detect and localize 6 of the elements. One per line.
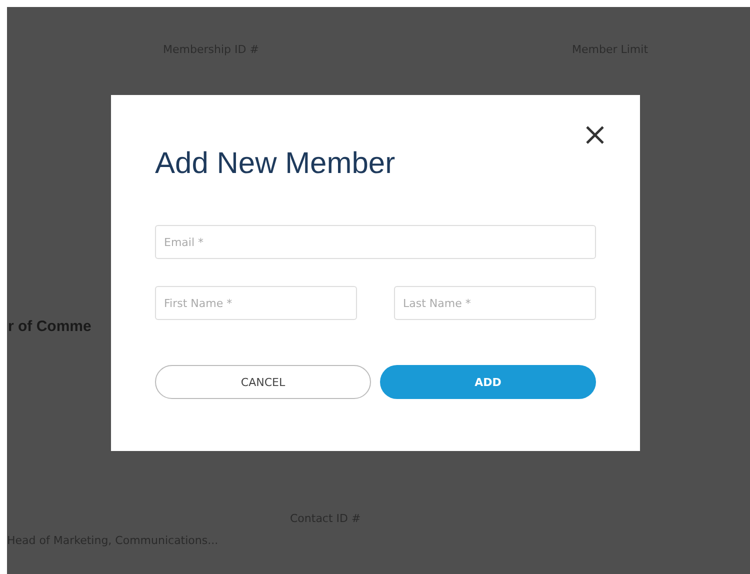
email-field[interactable]: Email * [155, 225, 596, 259]
dialog-title: Add New Member [155, 147, 396, 181]
name-field[interactable]: First Name * [155, 286, 357, 320]
close-icon[interactable] [585, 125, 605, 145]
name-field[interactable]: Last Name * [394, 286, 596, 320]
cancel-button[interactable]: CANCEL [155, 365, 371, 399]
